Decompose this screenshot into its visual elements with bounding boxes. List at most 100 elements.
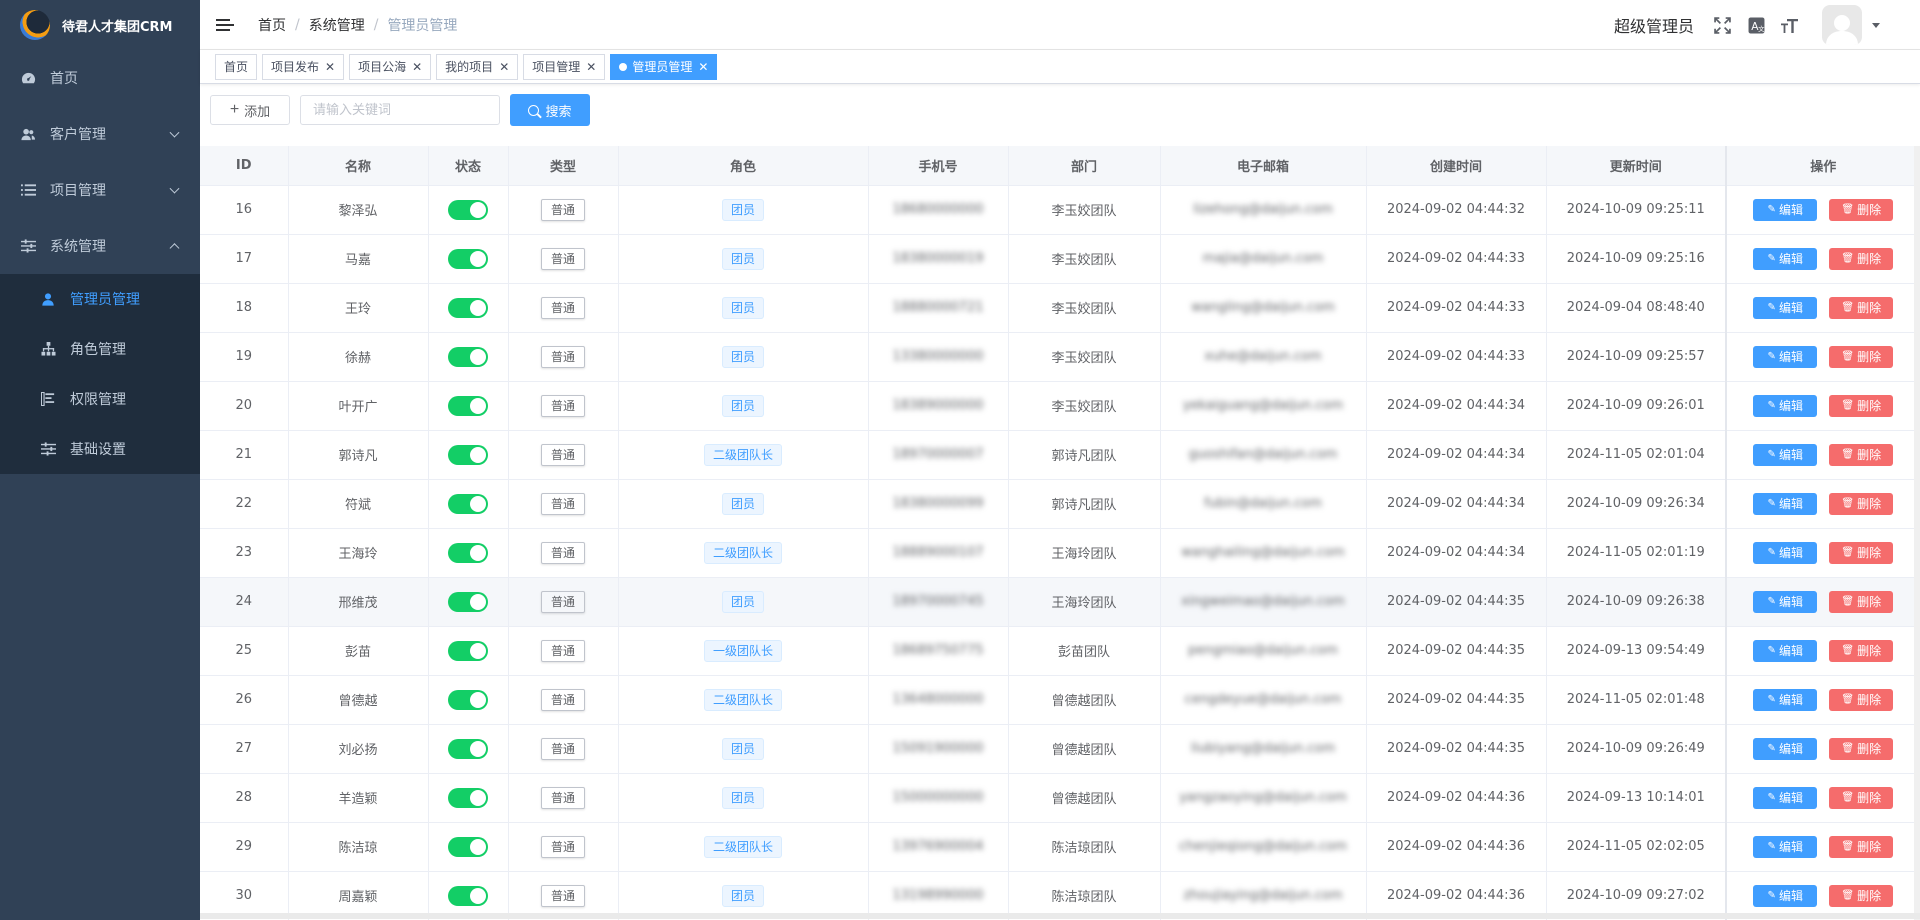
table-row[interactable]: 21 郭诗凡 普通 二级团队长 18970000007 郭诗凡团队 guoshifan@da… bbox=[200, 430, 1920, 480]
tag-project-publish[interactable]: 项目发布 ✕ bbox=[262, 53, 345, 80]
status-switch[interactable] bbox=[448, 199, 488, 220]
table-row[interactable]: 27 刘必扬 普通 团员 15091900000 曾德越团队 liubiyang@daiju… bbox=[200, 724, 1920, 774]
delete-button[interactable]: 🗑 删除 bbox=[1829, 296, 1894, 319]
phone-text: 13976900004 bbox=[892, 839, 984, 854]
table-row[interactable]: 29 陈洁琼 普通 二级团队长 13976900004 陈洁琼团队 chenjieqiong… bbox=[200, 822, 1920, 872]
tag-project-management[interactable]: 项目管理 ✕ bbox=[523, 53, 606, 80]
status-switch[interactable] bbox=[448, 836, 488, 857]
add-button[interactable]: + 添加 bbox=[210, 95, 290, 125]
edit-button[interactable]: ✎ 编辑 bbox=[1753, 688, 1818, 711]
delete-button[interactable]: 🗑 删除 bbox=[1829, 688, 1894, 711]
sidebar-item-home[interactable]: 首页 bbox=[0, 50, 200, 106]
edit-button[interactable]: ✎ 编辑 bbox=[1753, 443, 1818, 466]
breadcrumb-home[interactable]: 首页 bbox=[258, 15, 286, 35]
status-switch[interactable] bbox=[448, 248, 488, 269]
table-row[interactable]: 19 徐赫 普通 团员 13380000000 李玉姣团队 xuhe@daijun.com 2… bbox=[200, 332, 1920, 382]
close-icon[interactable]: ✕ bbox=[325, 60, 335, 74]
table-row[interactable]: 18 王玲 普通 团员 18880000721 李玉姣团队 wangling@daijun.… bbox=[200, 283, 1920, 333]
status-switch[interactable] bbox=[448, 493, 488, 514]
edit-button[interactable]: ✎ 编辑 bbox=[1753, 541, 1818, 564]
close-icon[interactable]: ✕ bbox=[499, 60, 509, 74]
cell-dept: 李玉姣团队 bbox=[1008, 283, 1161, 333]
edit-button[interactable]: ✎ 编辑 bbox=[1753, 394, 1818, 417]
status-switch[interactable] bbox=[448, 591, 488, 612]
tag-admin-management[interactable]: 管理员管理 ✕ bbox=[610, 53, 718, 80]
font-size-icon[interactable] bbox=[1780, 15, 1800, 35]
edit-button[interactable]: ✎ 编辑 bbox=[1753, 492, 1818, 515]
status-switch[interactable] bbox=[448, 297, 488, 318]
delete-button[interactable]: 🗑 删除 bbox=[1829, 492, 1894, 515]
status-switch[interactable] bbox=[448, 885, 488, 906]
edit-button[interactable]: ✎ 编辑 bbox=[1753, 247, 1818, 270]
close-icon[interactable]: ✕ bbox=[412, 60, 422, 74]
status-switch[interactable] bbox=[448, 640, 488, 661]
table-row[interactable]: 25 彭苗 普通 一级团队长 18689750775 彭苗团队 pengmiao@daiju… bbox=[200, 626, 1920, 676]
delete-button[interactable]: 🗑 删除 bbox=[1829, 639, 1894, 662]
sidebar-item-permission-management[interactable]: 权限管理 bbox=[0, 374, 200, 424]
delete-button[interactable]: 🗑 删除 bbox=[1829, 786, 1894, 809]
delete-button[interactable]: 🗑 删除 bbox=[1829, 590, 1894, 613]
table-row[interactable]: 16 黎泽弘 普通 团员 18680000000 李玉姣团队 lizehong@daijun… bbox=[200, 185, 1920, 235]
delete-button[interactable]: 🗑 删除 bbox=[1829, 345, 1894, 368]
table-row[interactable]: 23 王海玲 普通 二级团队长 18889000107 王海玲团队 wanghailing@… bbox=[200, 528, 1920, 578]
hamburger-icon[interactable] bbox=[216, 18, 234, 31]
logo[interactable]: 待君人才集团CRM bbox=[0, 0, 200, 50]
vertical-scrollbar[interactable] bbox=[1914, 146, 1920, 920]
delete-button[interactable]: 🗑 删除 bbox=[1829, 394, 1894, 417]
trash-icon: 🗑 bbox=[1841, 547, 1855, 558]
sidebar-item-basic-settings[interactable]: 基础设置 bbox=[0, 424, 200, 474]
tag-project-pool[interactable]: 项目公海 ✕ bbox=[349, 53, 432, 80]
sidebar-item-role-management[interactable]: 角色管理 bbox=[0, 324, 200, 374]
delete-button[interactable]: 🗑 删除 bbox=[1829, 198, 1894, 221]
edit-button[interactable]: ✎ 编辑 bbox=[1753, 296, 1818, 319]
search-input[interactable] bbox=[300, 95, 500, 125]
status-switch[interactable] bbox=[448, 689, 488, 710]
fullscreen-icon[interactable] bbox=[1712, 15, 1732, 35]
table-row[interactable]: 26 曾德越 普通 二级团队长 13648000000 曾德越团队 cengdeyue@da… bbox=[200, 675, 1920, 725]
sidebar-item-customers[interactable]: 客户管理 bbox=[0, 106, 200, 162]
edit-button[interactable]: ✎ 编辑 bbox=[1753, 786, 1818, 809]
search-button[interactable]: 搜索 bbox=[510, 94, 590, 126]
table-row[interactable]: 28 羊造颖 普通 团员 15000000000 曾德越团队 yangzaoying@dai… bbox=[200, 773, 1920, 823]
table-row[interactable]: 22 符斌 普通 团员 18380000099 郭诗凡团队 fubin@daijun.com… bbox=[200, 479, 1920, 529]
status-switch[interactable] bbox=[448, 395, 488, 416]
tag-label: 项目发布 bbox=[271, 60, 320, 74]
status-switch[interactable] bbox=[448, 787, 488, 808]
tag-home[interactable]: 首页 bbox=[215, 53, 258, 80]
translate-icon[interactable]: A文 bbox=[1746, 15, 1766, 35]
edit-button[interactable]: ✎ 编辑 bbox=[1753, 639, 1818, 662]
edit-button[interactable]: ✎ 编辑 bbox=[1753, 590, 1818, 613]
edit-button[interactable]: ✎ 编辑 bbox=[1753, 198, 1818, 221]
delete-button[interactable]: 🗑 删除 bbox=[1829, 443, 1894, 466]
cell-email: yekaiguang@daijun.com bbox=[1160, 381, 1367, 431]
close-icon[interactable]: ✕ bbox=[698, 60, 708, 74]
delete-button[interactable]: 🗑 删除 bbox=[1829, 884, 1894, 907]
status-switch[interactable] bbox=[448, 444, 488, 465]
delete-button[interactable]: 🗑 删除 bbox=[1829, 541, 1894, 564]
status-switch[interactable] bbox=[448, 346, 488, 367]
edit-button[interactable]: ✎ 编辑 bbox=[1753, 835, 1818, 858]
caret-down-icon[interactable] bbox=[1872, 22, 1880, 28]
table-row[interactable]: 17 马嘉 普通 团员 18380000019 李玉姣团队 majia@daijun.com… bbox=[200, 234, 1920, 284]
phone-text: 18889000107 bbox=[892, 545, 984, 560]
email-text: liubiyang@daijun.com bbox=[1190, 741, 1336, 756]
status-switch[interactable] bbox=[448, 738, 488, 759]
sidebar-item-admin-management[interactable]: 管理员管理 bbox=[0, 274, 200, 324]
edit-button[interactable]: ✎ 编辑 bbox=[1753, 737, 1818, 760]
breadcrumb-system[interactable]: 系统管理 bbox=[309, 15, 365, 35]
delete-button[interactable]: 🗑 删除 bbox=[1829, 247, 1894, 270]
close-icon[interactable]: ✕ bbox=[586, 60, 596, 74]
delete-button[interactable]: 🗑 删除 bbox=[1829, 737, 1894, 760]
status-switch[interactable] bbox=[448, 542, 488, 563]
horizontal-scrollbar[interactable] bbox=[200, 913, 1920, 919]
table-row[interactable]: 20 叶开广 普通 团员 18389000000 李玉姣团队 yekaiguang@daij… bbox=[200, 381, 1920, 431]
tag-my-projects[interactable]: 我的项目 ✕ bbox=[436, 53, 519, 80]
delete-button[interactable]: 🗑 删除 bbox=[1829, 835, 1894, 858]
edit-button[interactable]: ✎ 编辑 bbox=[1753, 345, 1818, 368]
table-row[interactable]: 24 邢维茂 普通 团员 18970000745 王海玲团队 xingweimao@daij… bbox=[200, 577, 1920, 627]
edit-button[interactable]: ✎ 编辑 bbox=[1753, 884, 1818, 907]
cell-email: pengmiao@daijun.com bbox=[1160, 626, 1367, 676]
sidebar-item-projects[interactable]: 项目管理 bbox=[0, 162, 200, 218]
sidebar-item-system[interactable]: 系统管理 bbox=[0, 218, 200, 274]
avatar[interactable] bbox=[1822, 5, 1862, 45]
